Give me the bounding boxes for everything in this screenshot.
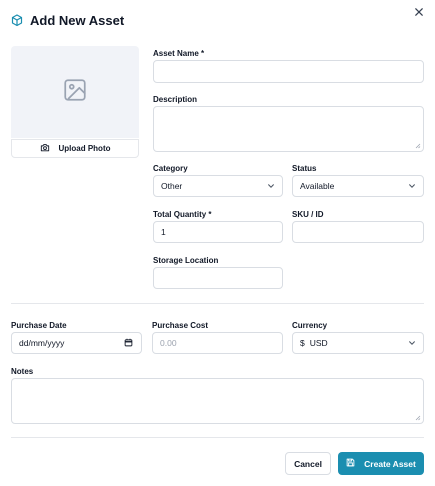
total-quantity-label: Total Quantity *	[153, 210, 212, 219]
purchase-date-label: Purchase Date	[11, 321, 67, 330]
image-icon	[62, 77, 88, 108]
upload-photo-button[interactable]: Upload Photo	[11, 139, 139, 158]
footer-divider	[11, 437, 424, 438]
photo-preview	[11, 46, 139, 138]
storage-location-label: Storage Location	[153, 256, 219, 265]
category-select[interactable]: Other	[153, 175, 283, 197]
resize-grip-icon[interactable]	[415, 415, 421, 421]
description-textarea[interactable]	[153, 106, 424, 152]
chevron-down-icon	[267, 182, 275, 190]
notes-textarea[interactable]	[11, 378, 424, 424]
cube-icon	[11, 13, 23, 27]
chevron-down-icon	[408, 182, 416, 190]
asset-name-label: Asset Name *	[153, 49, 205, 58]
purchase-cost-input[interactable]: 0.00	[152, 332, 283, 354]
purchase-date-input[interactable]: dd/mm/yyyy	[11, 332, 142, 354]
currency-symbol: $	[300, 338, 305, 348]
calendar-icon[interactable]	[124, 338, 133, 349]
storage-location-input[interactable]	[153, 267, 283, 289]
purchase-cost-label: Purchase Cost	[152, 321, 209, 330]
dialog-header: Add New Asset	[11, 11, 124, 29]
purchase-date-value: dd/mm/yyyy	[19, 338, 65, 348]
upload-photo-label: Upload Photo	[58, 144, 111, 153]
total-quantity-input[interactable]: 1	[153, 221, 283, 243]
dialog-title: Add New Asset	[30, 12, 125, 28]
create-asset-button[interactable]: Create Asset	[338, 452, 424, 475]
chevron-down-icon	[408, 339, 416, 347]
camera-icon	[40, 143, 50, 154]
close-icon[interactable]	[415, 3, 423, 21]
close-button[interactable]	[411, 4, 427, 20]
currency-value: USD	[309, 338, 328, 348]
currency-select[interactable]: $ USD	[292, 332, 424, 354]
notes-label: Notes	[11, 367, 34, 376]
section-divider	[11, 303, 424, 304]
cancel-button[interactable]: Cancel	[285, 452, 331, 475]
sku-label: SKU / ID	[292, 210, 324, 219]
currency-label: Currency	[292, 321, 328, 330]
asset-name-input[interactable]	[153, 60, 424, 83]
category-value: Other	[161, 181, 183, 191]
description-label: Description	[153, 95, 198, 104]
create-asset-label: Create Asset	[364, 458, 416, 469]
currency-display: $ USD	[300, 338, 328, 348]
save-icon	[346, 458, 355, 469]
status-value: Available	[300, 181, 335, 191]
resize-grip-icon[interactable]	[415, 143, 421, 149]
category-label: Category	[153, 164, 188, 173]
sku-input[interactable]	[292, 221, 424, 243]
status-select[interactable]: Available	[292, 175, 424, 197]
status-label: Status	[292, 164, 317, 173]
